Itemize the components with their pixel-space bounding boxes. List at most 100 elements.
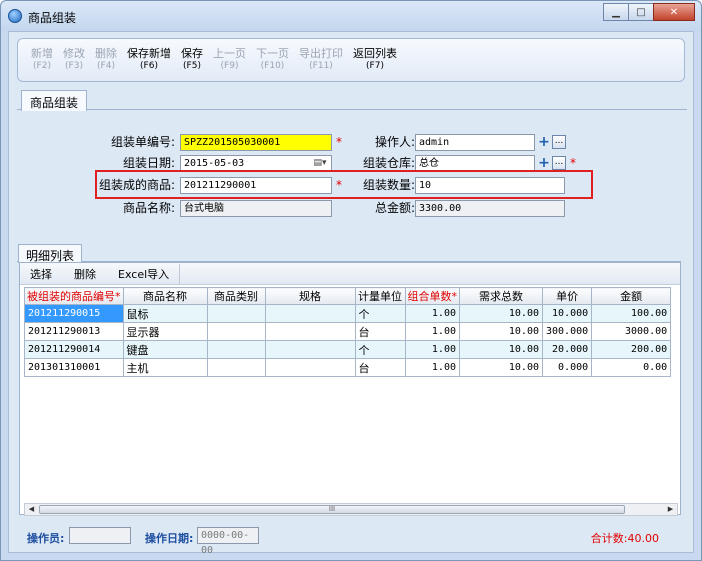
quantity-field[interactable]: 10 (415, 177, 565, 194)
table-cell[interactable] (206, 322, 266, 341)
table-cell[interactable]: 100.00 (591, 304, 672, 323)
add-warehouse-icon[interactable]: + (537, 156, 551, 170)
browse-warehouse-button[interactable]: ... (552, 156, 566, 170)
toolbar-button-7[interactable]: 导出打印 (F11) (294, 39, 348, 81)
table-cell[interactable]: 1.00 (404, 340, 460, 359)
table-cell[interactable]: 鼠标 (122, 304, 208, 323)
required-mark: * (336, 178, 342, 192)
table-cell[interactable]: 个 (354, 340, 406, 359)
scroll-right-icon[interactable]: ▶ (664, 504, 677, 515)
table-cell[interactable] (206, 340, 266, 359)
column-header[interactable]: 单价 (541, 287, 593, 305)
status-bar: 操作员: 操作日期: 0000-00-00 合计数:40.00 (9, 522, 695, 556)
toolbar-shortcut-key: (F5) (183, 61, 201, 71)
toolbar-shortcut-key: (F11) (309, 61, 333, 71)
product-label: 组装成的商品: (98, 178, 175, 192)
table-cell[interactable] (206, 304, 266, 323)
date-label: 组装日期: (122, 156, 175, 170)
table-row[interactable]: 201301310001 主机 台 1.00 10.00 0.000 0.00 (24, 358, 672, 377)
column-header[interactable]: 被组装的商品编号* (24, 287, 124, 305)
table-cell[interactable]: 台 (354, 322, 406, 341)
toolbar-button-6[interactable]: 下一页 (F10) (251, 39, 294, 81)
tab-product-assembly[interactable]: 商品组装 (21, 90, 88, 111)
table-row[interactable]: 201211290014 键盘 个 1.00 10.00 20.000 200.00 (24, 340, 672, 359)
toolbar-button-5[interactable]: 上一页 (F9) (208, 39, 251, 81)
detail-table: 被组装的商品编号* 商品名称 商品类别 规格 计量单位 组合单数* 需求总数 单价 金额 201… (24, 287, 672, 377)
window-title: 商品组装 (28, 11, 77, 25)
column-header[interactable]: 商品类别 (206, 287, 266, 305)
operator-field[interactable]: admin (415, 134, 535, 151)
table-cell[interactable]: 0.000 (541, 358, 593, 377)
column-header[interactable]: 需求总数 (459, 287, 543, 305)
operator-label: 操作人: (374, 135, 415, 149)
total-amount-label: 总金额: (374, 201, 415, 215)
table-cell[interactable]: 主机 (122, 358, 208, 377)
toolbar-shortcut-key: (F3) (65, 61, 83, 71)
toolbar-button-0[interactable]: 新增 (F2) (26, 39, 58, 81)
column-header[interactable]: 商品名称 (122, 287, 208, 305)
table-cell[interactable]: 个 (354, 304, 406, 323)
scroll-left-icon[interactable]: ◀ (25, 504, 38, 515)
close-button[interactable]: ✕ (653, 3, 695, 21)
column-header[interactable]: 组合单数* (404, 287, 460, 305)
table-cell[interactable]: 10.00 (459, 358, 543, 377)
table-cell[interactable]: 10.000 (541, 304, 593, 323)
product-field[interactable]: 201211290001 (180, 177, 332, 194)
table-cell[interactable]: 201301310001 (24, 358, 124, 377)
table-cell[interactable]: 1.00 (404, 322, 460, 341)
table-cell[interactable] (264, 340, 356, 359)
column-header[interactable]: 金额 (591, 287, 672, 305)
table-cell[interactable] (264, 358, 356, 377)
grid-action-2[interactable]: Excel导入 (118, 266, 169, 282)
toolbar-button-8[interactable]: 返回列表 (F7) (348, 39, 402, 81)
grid-action-1[interactable]: 删除 (74, 266, 96, 282)
status-operator-label: 操作员: (27, 532, 65, 545)
table-cell[interactable]: 1.00 (404, 304, 460, 323)
status-operator-field (69, 527, 131, 544)
table-cell[interactable]: 台 (354, 358, 406, 377)
horizontal-scrollbar[interactable]: ◀ III ▶ (24, 503, 678, 516)
table-cell[interactable]: 300.000 (541, 322, 593, 341)
product-name-label: 商品名称: (122, 201, 175, 215)
total-amount-field: 3300.00 (415, 200, 565, 217)
toolbar-shortcut-key: (F2) (33, 61, 51, 71)
table-cell[interactable]: 1.00 (404, 358, 460, 377)
table-cell[interactable]: 键盘 (122, 340, 208, 359)
toolbar-button-label: 保存 (181, 47, 203, 60)
table-cell[interactable]: 200.00 (591, 340, 672, 359)
scroll-thumb[interactable]: III (39, 505, 625, 514)
toolbar-button-3[interactable]: 保存新增 (F6) (122, 39, 176, 81)
tab-detail-list[interactable]: 明细列表 (18, 244, 83, 263)
table-cell[interactable]: 10.00 (459, 304, 543, 323)
minimize-button[interactable]: ▁ (603, 3, 629, 21)
table-cell[interactable]: 201211290014 (24, 340, 124, 359)
column-header[interactable]: 规格 (264, 287, 356, 305)
column-header[interactable]: 计量单位 (354, 287, 406, 305)
table-cell[interactable] (264, 304, 356, 323)
table-row[interactable]: 201211290015 鼠标 个 1.00 10.00 10.000 100.00 (24, 304, 672, 323)
table-cell[interactable]: 20.000 (541, 340, 593, 359)
table-cell[interactable] (264, 322, 356, 341)
add-operator-icon[interactable]: + (537, 135, 551, 149)
table-cell[interactable]: 201211290013 (24, 322, 124, 341)
table-cell[interactable]: 显示器 (122, 322, 208, 341)
table-cell[interactable]: 10.00 (459, 322, 543, 341)
toolbar-shortcut-key: (F7) (366, 61, 384, 71)
table-cell[interactable]: 0.00 (591, 358, 672, 377)
required-mark: * (570, 156, 576, 170)
toolbar-button-1[interactable]: 修改 (F3) (58, 39, 90, 81)
table-cell[interactable] (206, 358, 266, 377)
status-date-field: 0000-00-00 (197, 527, 259, 556)
table-cell[interactable]: 10.00 (459, 340, 543, 359)
maximize-button[interactable]: □ (628, 3, 654, 21)
toolbar-button-4[interactable]: 保存 (F5) (176, 39, 208, 81)
table-cell[interactable]: 3000.00 (591, 322, 672, 341)
toolbar-button-2[interactable]: 删除 (F4) (90, 39, 122, 81)
toolbar-shortcut-key: (F10) (260, 61, 285, 71)
browse-operator-button[interactable]: ... (552, 135, 566, 149)
table-cell[interactable]: 201211290015 (24, 304, 124, 323)
order-no-field[interactable]: SPZZ201505030001 (180, 134, 332, 151)
calendar-dropdown-icon[interactable]: ▤▾ (310, 156, 330, 171)
table-row[interactable]: 201211290013 显示器 台 1.00 10.00 300.000 3000.00 (24, 322, 672, 341)
grid-action-0[interactable]: 选择 (30, 266, 52, 282)
